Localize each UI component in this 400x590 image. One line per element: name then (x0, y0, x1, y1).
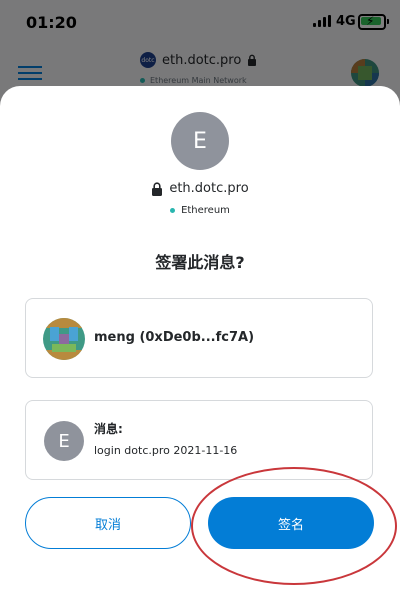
account-identicon (43, 318, 85, 360)
signature-request-sheet: E eth.dotc.pro Ethereum 签署此消息? meng (0xD… (0, 86, 400, 590)
account-name: meng (0xDe0b...fc7A) (94, 330, 255, 345)
origin-network-name: Ethereum (181, 205, 230, 216)
origin-avatar: E (171, 112, 229, 170)
lock-icon (152, 181, 163, 196)
account-card: meng (0xDe0b...fc7A) (25, 298, 373, 378)
sheet-title: 签署此消息? (155, 253, 245, 272)
origin-host-row: eth.dotc.pro (0, 181, 400, 196)
origin-network: Ethereum (0, 205, 400, 216)
sign-button[interactable]: 签名 (208, 497, 374, 549)
origin-host: eth.dotc.pro (169, 181, 249, 196)
message-origin-avatar: E (44, 421, 84, 461)
message-body: login dotc.pro 2021-11-16 (94, 444, 238, 457)
network-dot-icon (170, 208, 176, 213)
message-card: E 消息: login dotc.pro 2021-11-16 (25, 400, 373, 480)
cancel-button[interactable]: 取消 (25, 497, 191, 549)
message-label: 消息: (94, 422, 123, 436)
